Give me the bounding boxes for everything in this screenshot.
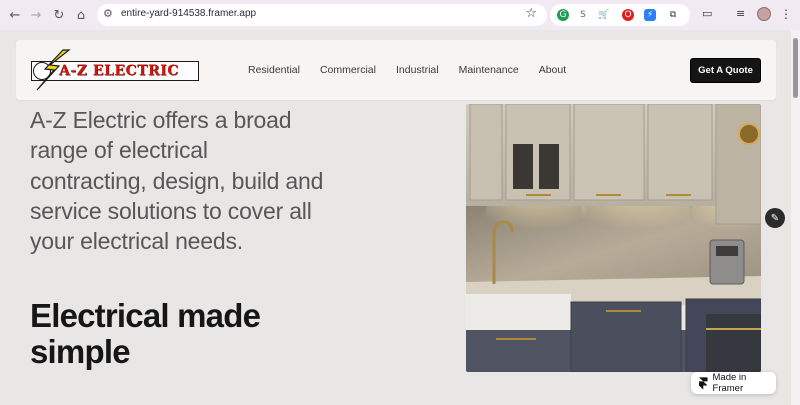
main-nav: Residential Commercial Industrial Mainte…	[248, 64, 566, 76]
bookmark-star-icon[interactable]: ☆	[525, 6, 537, 21]
nav-maintenance[interactable]: Maintenance	[459, 64, 519, 76]
get-a-quote-button[interactable]: Get A Quote	[690, 58, 761, 83]
image-caption: 674	[466, 356, 468, 368]
nav-commercial[interactable]: Commercial	[320, 64, 376, 76]
framer-logo-icon	[699, 376, 708, 390]
extensions-bar: G S 🛒 O ⚡ ⧉	[550, 4, 690, 26]
hero-headline: Electrical made simple	[30, 297, 261, 370]
home-icon[interactable]: ⌂	[72, 6, 90, 24]
playlist-icon[interactable]: ≡	[736, 7, 745, 20]
nav-industrial[interactable]: Industrial	[396, 64, 439, 76]
kitchen-illustration	[466, 104, 761, 372]
page-scrollbar[interactable]	[791, 30, 800, 405]
page-viewport: A-Z ELECTRIC Residential Commercial Indu…	[0, 30, 800, 405]
s-extension-icon[interactable]: S	[577, 9, 589, 21]
back-icon[interactable]: ←	[6, 6, 24, 24]
address-bar[interactable]: ⚙ entire-yard-914538.framer.app ☆	[97, 4, 547, 26]
nav-about[interactable]: About	[539, 64, 566, 76]
nav-residential[interactable]: Residential	[248, 64, 300, 76]
kitchen-hero-image: 674	[466, 104, 761, 372]
reload-icon[interactable]: ↻	[50, 6, 68, 24]
made-in-framer-badge[interactable]: Made in Framer	[691, 372, 776, 394]
site-header: A-Z ELECTRIC Residential Commercial Indu…	[16, 40, 776, 100]
framer-badge-label: Made in Framer	[712, 372, 747, 394]
profile-avatar[interactable]	[757, 7, 771, 21]
puzzle-extensions-icon[interactable]: ⧉	[667, 9, 679, 21]
opera-extension-icon[interactable]: O	[622, 9, 634, 21]
forward-icon[interactable]: →	[27, 6, 45, 24]
site-info-icon[interactable]: ⚙	[103, 7, 113, 20]
az-electric-logo[interactable]: A-Z ELECTRIC	[31, 49, 199, 91]
bolt-extension-icon[interactable]: ⚡	[644, 9, 656, 21]
browser-toolbar: ← → ↻ ⌂ ⚙ entire-yard-914538.framer.app …	[0, 0, 800, 30]
cast-icon[interactable]: ▭	[702, 7, 712, 20]
url-text[interactable]: entire-yard-914538.framer.app	[121, 8, 256, 19]
scroll-thumb[interactable]	[793, 38, 798, 98]
cart-extension-icon[interactable]: 🛒	[598, 9, 610, 21]
edit-pencil-icon[interactable]: ✎	[765, 208, 785, 228]
grammarly-extension-icon[interactable]: G	[557, 9, 569, 21]
menu-dots-icon[interactable]: ⋮	[780, 7, 792, 21]
logo-text: A-Z ELECTRIC	[59, 63, 179, 79]
intro-paragraph: A-Z Electric offers a broad range of ele…	[30, 107, 324, 255]
